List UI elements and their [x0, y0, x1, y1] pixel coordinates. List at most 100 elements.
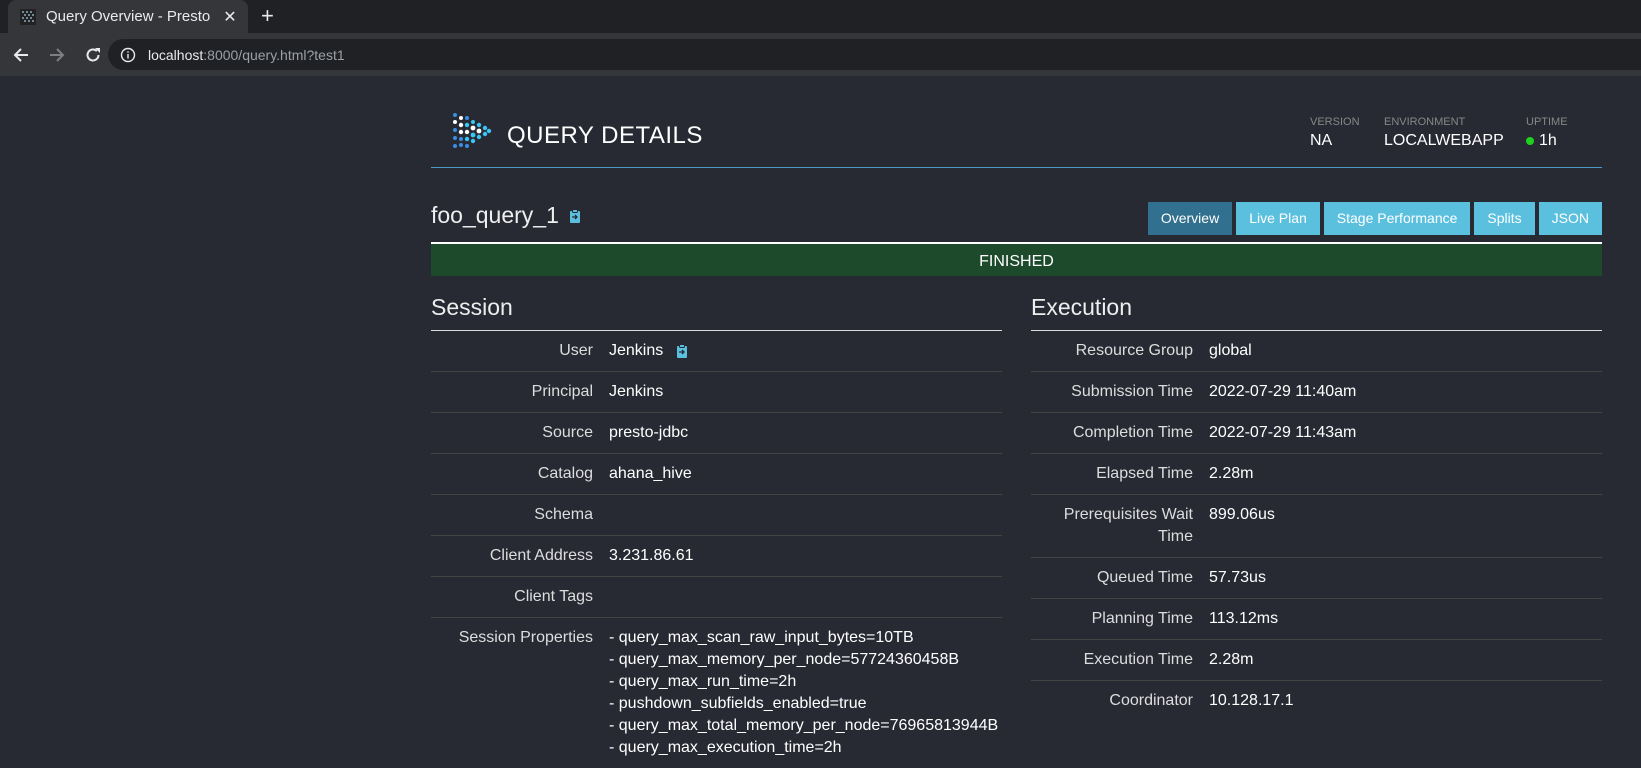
- tab-splits[interactable]: Splits: [1474, 202, 1535, 235]
- detail-value-cell: [593, 495, 1002, 535]
- detail-row-elapsed-time: Elapsed Time 2.28m: [1031, 454, 1602, 495]
- detail-value: 2.28m: [1209, 465, 1254, 482]
- details-columns: Session User Jenkins Principal Jenkins Sourc…: [431, 293, 1602, 768]
- detail-row-queued-time: Queued Time 57.73us: [1031, 558, 1602, 599]
- uptime-row: 1h: [1526, 132, 1568, 150]
- detail-value-cell: 2.28m: [1193, 640, 1602, 680]
- version-value: NA: [1310, 132, 1333, 149]
- status-dot: [1526, 137, 1534, 145]
- tab-live-plan[interactable]: Live Plan: [1236, 202, 1320, 235]
- detail-row-client-address: Client Address 3.231.86.61: [431, 536, 1002, 577]
- detail-value: 10.128.17.1: [1209, 692, 1294, 709]
- detail-row-principal: Principal Jenkins: [431, 372, 1002, 413]
- address-bar[interactable]: localhost:8000/query.html?test1: [108, 39, 1641, 70]
- page-header: QUERY DETAILS VERSION NA ENVIRONMENT LOC…: [431, 76, 1602, 168]
- arrow-left-icon: [13, 47, 28, 62]
- query-id: foo_query_1: [431, 202, 559, 228]
- uptime-info: UPTIME 1h: [1526, 116, 1568, 150]
- tab-overview[interactable]: Overview: [1147, 202, 1233, 235]
- detail-row-submission-time: Submission Time 2022-07-29 11:40am: [1031, 372, 1602, 413]
- detail-value-cell: presto-jdbc: [593, 413, 1002, 453]
- detail-label: Client Address: [489, 547, 593, 564]
- detail-label: Planning Time: [1091, 610, 1193, 627]
- detail-value-cell: 2022-07-29 11:43am: [1193, 413, 1602, 453]
- detail-row-resource-group: Resource Group global: [1031, 331, 1602, 372]
- page-container: QUERY DETAILS VERSION NA ENVIRONMENT LOC…: [431, 76, 1602, 768]
- detail-label: Prerequisites Wait Time: [1063, 506, 1193, 545]
- detail-value-cell: - query_max_scan_raw_input_bytes=10TB - q…: [593, 618, 1002, 768]
- detail-label: Execution Time: [1083, 651, 1193, 668]
- browser-toolbar: localhost:8000/query.html?test1: [0, 33, 1641, 76]
- reload-button[interactable]: [78, 40, 108, 70]
- session-table: User Jenkins Principal Jenkins Source presto-…: [431, 331, 1002, 768]
- presto-logo-icon: [453, 113, 492, 148]
- environment-value: LOCALWEBAPP: [1384, 132, 1504, 149]
- detail-label: Source: [542, 424, 593, 441]
- detail-label: Coordinator: [1109, 692, 1193, 709]
- detail-label: User: [559, 342, 593, 359]
- tab-json[interactable]: JSON: [1538, 202, 1602, 235]
- info-icon[interactable]: [120, 47, 136, 63]
- url-host: localhost: [148, 46, 204, 63]
- detail-label: Submission Time: [1071, 383, 1193, 400]
- detail-row-execution-time: Execution Time 2.28m: [1031, 640, 1602, 681]
- session-property: - query_max_total_memory_per_node=769658…: [609, 717, 999, 734]
- detail-value: 57.73us: [1209, 569, 1266, 586]
- detail-value-cell: 899.06us: [1193, 495, 1602, 557]
- detail-row-coordinator: Coordinator 10.128.17.1: [1031, 681, 1602, 721]
- detail-value-cell: [593, 577, 1002, 617]
- back-button[interactable]: [6, 40, 36, 70]
- detail-value: 2022-07-29 11:40am: [1209, 383, 1357, 400]
- session-properties-list: - query_max_scan_raw_input_bytes=10TB - q…: [609, 627, 998, 759]
- detail-value: presto-jdbc: [609, 424, 689, 441]
- session-property: - pushdown_subfields_enabled=true: [609, 695, 867, 712]
- new-tab-button[interactable]: +: [261, 3, 274, 29]
- arrow-right-icon: [50, 47, 65, 62]
- uptime-value: 1h: [1539, 132, 1557, 149]
- session-property: - query_max_memory_per_node=57724360458B: [609, 651, 960, 668]
- detail-value-cell: global: [1193, 331, 1602, 371]
- detail-row-schema: Schema: [431, 495, 1002, 536]
- tab-stage-performance[interactable]: Stage Performance: [1323, 202, 1471, 235]
- page-title: QUERY DETAILS: [507, 122, 703, 149]
- detail-row-prerequisites-wait-time: Prerequisites Wait Time 899.06us: [1031, 495, 1602, 558]
- detail-value: 113.12ms: [1209, 610, 1279, 627]
- detail-row-client-tags: Client Tags: [431, 577, 1002, 618]
- environment-info: ENVIRONMENT LOCALWEBAPP: [1384, 116, 1504, 150]
- detail-value-cell: ahana_hive: [593, 454, 1002, 494]
- detail-value: ahana_hive: [609, 465, 692, 482]
- copy-query-id-icon[interactable]: [567, 208, 583, 224]
- session-property: - query_max_run_time=2h: [609, 673, 797, 690]
- uptime-label: UPTIME: [1526, 116, 1568, 128]
- detail-value: 2022-07-29 11:43am: [1209, 424, 1357, 441]
- detail-label: Elapsed Time: [1096, 465, 1193, 482]
- detail-label: Schema: [534, 506, 593, 523]
- forward-button[interactable]: [42, 40, 72, 70]
- session-section: Session User Jenkins Principal Jenkins Sourc…: [431, 293, 1002, 768]
- browser-tab-title: Query Overview - Presto: [46, 8, 211, 25]
- browser-tab[interactable]: Query Overview - Presto ✕: [8, 0, 248, 33]
- url-path: :8000/query.html?test1: [203, 46, 345, 63]
- execution-table: Resource Group global Submission Time 2022-…: [1031, 331, 1602, 721]
- query-title-row: foo_query_1 Overview Live Plan Stage Perfo…: [431, 168, 1602, 242]
- detail-row-catalog: Catalog ahana_hive: [431, 454, 1002, 495]
- reload-icon: [86, 47, 100, 61]
- session-property: - query_max_scan_raw_input_bytes=10TB: [609, 629, 914, 646]
- detail-value-cell: Jenkins: [593, 372, 1002, 412]
- detail-label: Completion Time: [1072, 424, 1193, 441]
- detail-label: Queued Time: [1096, 569, 1193, 586]
- detail-row-user: User Jenkins: [431, 331, 1002, 372]
- query-state-bar: FINISHED: [431, 242, 1602, 276]
- copy-user-icon[interactable]: [674, 343, 690, 359]
- detail-value-cell: 2.28m: [1193, 454, 1602, 494]
- detail-label: Resource Group: [1075, 342, 1193, 359]
- detail-value-cell: 2022-07-29 11:40am: [1193, 372, 1602, 412]
- version-info: VERSION NA: [1310, 116, 1360, 150]
- detail-label: Client Tags: [514, 588, 593, 605]
- presto-favicon-icon: [20, 8, 36, 25]
- detail-value: 2.28m: [1209, 651, 1254, 668]
- detail-row-source: Source presto-jdbc: [431, 413, 1002, 454]
- detail-value-cell: 3.231.86.61: [593, 536, 1002, 576]
- detail-value: Jenkins: [609, 342, 664, 359]
- close-tab-icon[interactable]: ✕: [222, 7, 238, 27]
